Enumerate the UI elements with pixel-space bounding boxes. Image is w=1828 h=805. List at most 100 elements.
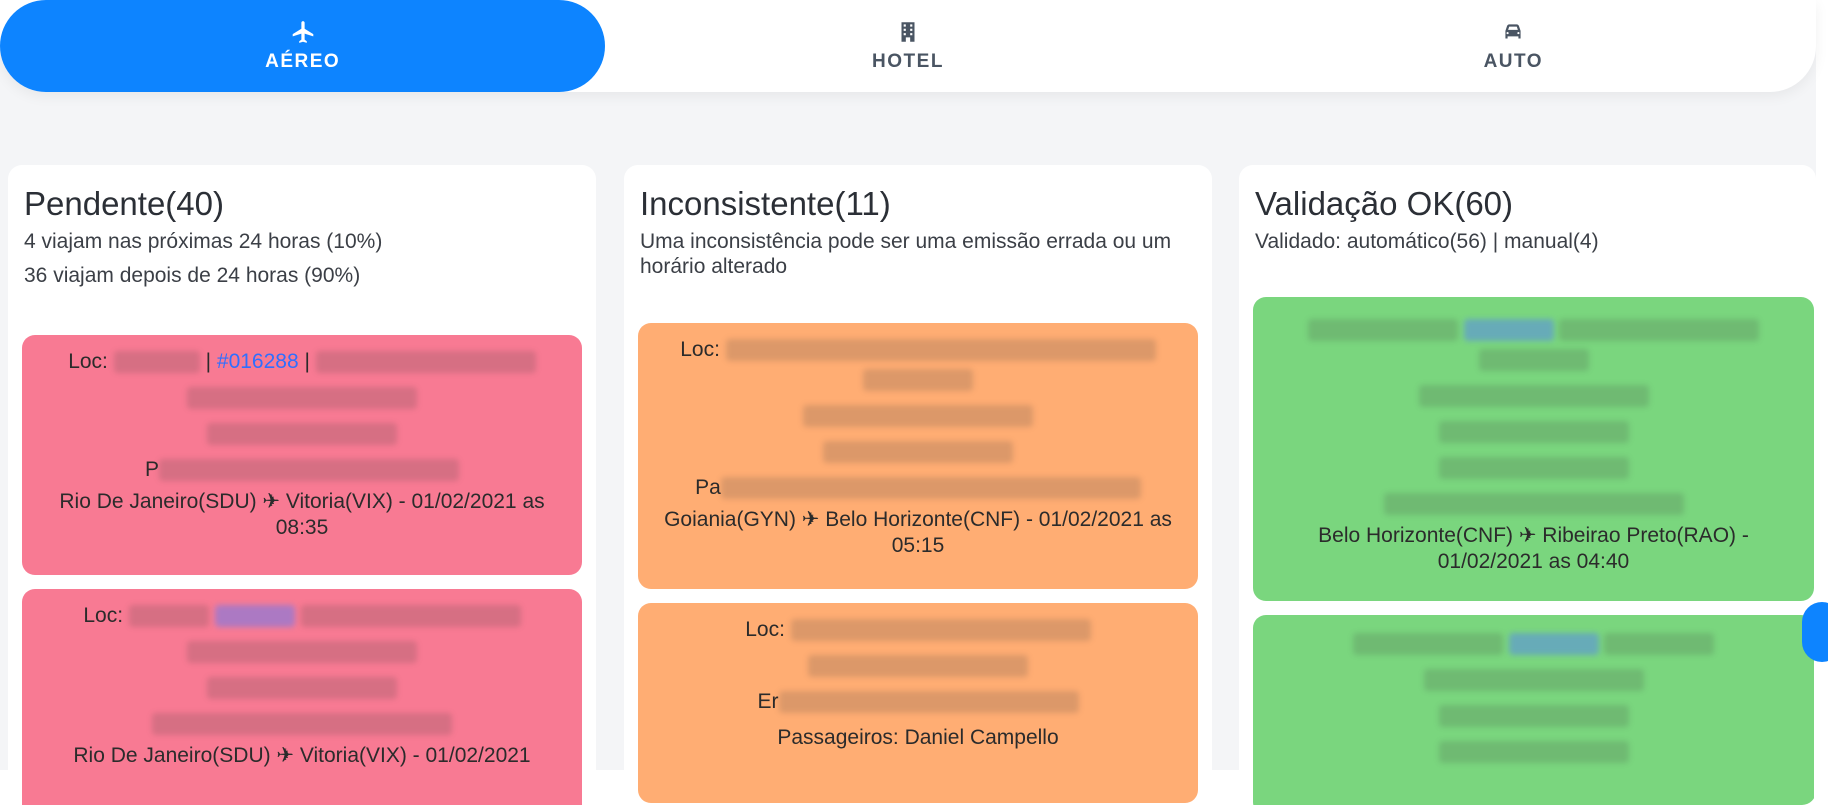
- redacted-text: [1508, 633, 1599, 656]
- redacted-text: [128, 605, 209, 628]
- column-validacao-ok: Validação OK(60) Validado: automático(56…: [1239, 165, 1816, 805]
- tab-aereo-label: AÉREO: [265, 51, 341, 72]
- flight-route: Rio De Janeiro(SDU) ✈ Vitoria(VIX) - 01/…: [59, 490, 545, 539]
- flight-route: Belo Horizonte(CNF) ✈ Ribeirao Preto(RAO…: [1318, 524, 1749, 573]
- column-subtitle: Validado: automático(56) | manual(4): [1255, 230, 1599, 253]
- redacted-text: [863, 369, 973, 392]
- card-line: [1253, 453, 1814, 483]
- card-list: Loc: | #016288 | P Rio De Janeiro(SDU) ✈…: [22, 335, 582, 805]
- passenger-prefix: P: [144, 458, 159, 481]
- column-subtitle: 4 viajam nas próximas 24 horas (10%): [24, 230, 383, 253]
- booking-card[interactable]: Loc: Rio De Janeiro(SDU) ✈ Vitoria(VIX) …: [22, 589, 582, 805]
- column-subtitle: Uma inconsistência pode ser uma emissão …: [640, 230, 1172, 278]
- card-line: [1253, 381, 1814, 411]
- passenger-prefix: Pa: [695, 476, 721, 499]
- card-line: [22, 419, 582, 449]
- travel-type-tabs: AÉREO HOTEL AUTO: [0, 0, 1816, 92]
- redacted-text: [187, 387, 417, 410]
- redacted-text: [725, 339, 1156, 362]
- column-subtitle-secondary: 36 viajam depois de 24 horas (90%): [24, 264, 361, 287]
- card-line: [638, 365, 1198, 395]
- redacted-text: [1352, 633, 1503, 656]
- card-passenger-row: Pa: [638, 473, 1198, 503]
- redacted-text: [1438, 421, 1629, 444]
- card-emitter-row: Er: [638, 687, 1198, 717]
- column-pendente: Pendente(40) 4 viajam nas próximas 24 ho…: [8, 165, 596, 805]
- redacted-text: [1559, 319, 1760, 342]
- card-line: [1253, 737, 1814, 767]
- column-title: Validação OK(60): [1255, 185, 1514, 222]
- redacted-text: [823, 441, 1013, 464]
- redacted-text: [1463, 319, 1554, 342]
- redacted-text: [1438, 741, 1629, 764]
- loc-label: Loc:: [68, 350, 108, 373]
- card-line: [1253, 417, 1814, 447]
- redacted-text: [207, 677, 397, 700]
- tab-hotel-label: HOTEL: [872, 51, 944, 72]
- redacted-text: [113, 351, 200, 374]
- redacted-text: [803, 405, 1033, 428]
- flight-route: Goiania(GYN) ✈ Belo Horizonte(CNF) - 01/…: [664, 508, 1172, 557]
- separator: |: [205, 350, 212, 373]
- card-loc-row: [1253, 629, 1814, 659]
- column-title: Pendente(40): [24, 185, 224, 222]
- redacted-text: [1423, 669, 1644, 692]
- card-line: [22, 673, 582, 703]
- redacted-text: [159, 459, 459, 482]
- redacted-text: [790, 619, 1091, 642]
- redacted-text: [315, 351, 536, 374]
- redacted-text: [152, 713, 452, 736]
- card-passenger-row: P: [22, 455, 582, 485]
- card-list: Belo Horizonte(CNF) ✈ Ribeirao Preto(RAO…: [1253, 297, 1814, 805]
- loc-label: Loc:: [745, 618, 785, 641]
- redacted-text: [1438, 705, 1629, 728]
- emitter-prefix: Er: [757, 690, 779, 713]
- tab-aereo[interactable]: AÉREO: [0, 0, 606, 92]
- redacted-text: [1307, 319, 1458, 342]
- redacted-text: [778, 691, 1079, 714]
- loc-number-link[interactable]: #016288: [217, 350, 299, 373]
- booking-card[interactable]: Belo Horizonte(CNF) ✈ Ribeirao Preto(RAO…: [1253, 297, 1814, 601]
- booking-card[interactable]: Loc: Er Passageiros: Daniel Campello: [638, 603, 1198, 803]
- redacted-text: [214, 605, 295, 628]
- redacted-text: [1604, 633, 1715, 656]
- separator: |: [304, 350, 310, 373]
- card-line: [638, 437, 1198, 467]
- card-loc-row: Loc:: [638, 615, 1198, 645]
- booking-card[interactable]: Loc: | #016288 | P Rio De Janeiro(SDU) ✈…: [22, 335, 582, 575]
- loc-label: Loc:: [680, 338, 720, 361]
- redacted-text: [1383, 493, 1684, 516]
- card-line: [22, 709, 582, 739]
- redacted-text: [207, 423, 397, 446]
- card-line: [1253, 665, 1814, 695]
- card-loc-row: Loc:: [638, 335, 1198, 365]
- loc-label: Loc:: [83, 604, 124, 627]
- redacted-text: [187, 641, 417, 664]
- floating-action-button[interactable]: [1802, 602, 1828, 662]
- card-loc-row: Loc:: [22, 601, 582, 631]
- card-line: [22, 383, 582, 413]
- flight-route: Rio De Janeiro(SDU) ✈ Vitoria(VIX) - 01/…: [73, 744, 531, 767]
- redacted-text: [720, 477, 1141, 500]
- booking-card[interactable]: Loc: Pa Goiania(GYN) ✈ Belo Horizonte(CN…: [638, 323, 1198, 589]
- card-line: [638, 401, 1198, 431]
- column-inconsistente: Inconsistente(11) Uma inconsistência pod…: [624, 165, 1212, 805]
- column-title: Inconsistente(11): [640, 185, 891, 222]
- card-list: Loc: Pa Goiania(GYN) ✈ Belo Horizonte(CN…: [638, 323, 1198, 805]
- card-line: [1253, 345, 1814, 375]
- hotel-icon: [901, 22, 915, 42]
- card-line: [1253, 701, 1814, 731]
- car-icon: [1505, 24, 1521, 39]
- card-line: [1253, 489, 1814, 519]
- redacted-text: [1418, 385, 1649, 408]
- tab-auto[interactable]: AUTO: [1211, 0, 1816, 92]
- tab-auto-label: AUTO: [1483, 51, 1544, 72]
- redacted-text: [808, 655, 1028, 678]
- card-line: [638, 651, 1198, 681]
- card-passengers: Passageiros: Daniel Campello: [777, 726, 1059, 749]
- tab-hotel[interactable]: HOTEL: [605, 0, 1210, 92]
- card-loc-row: Loc: | #016288 |: [22, 347, 582, 377]
- redacted-text: [1438, 457, 1629, 480]
- card-loc-row: [1253, 315, 1814, 345]
- booking-card[interactable]: [1253, 615, 1814, 805]
